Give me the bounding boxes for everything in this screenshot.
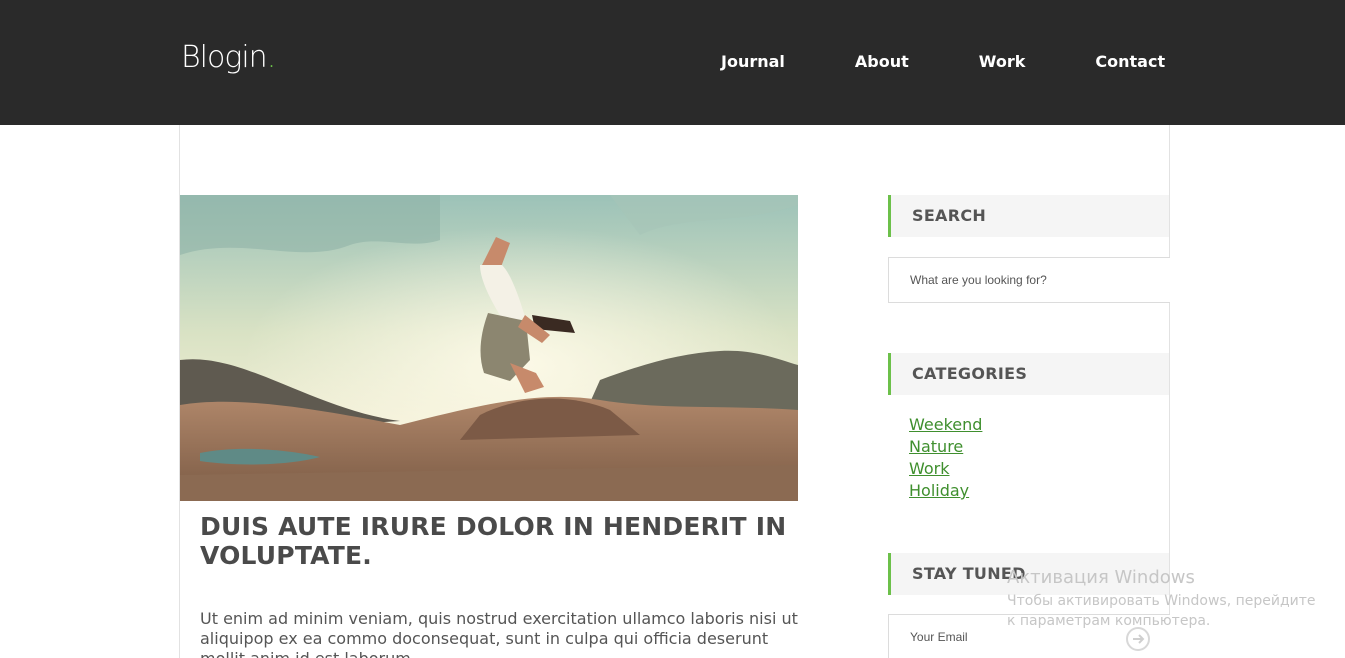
nav-link-journal[interactable]: Journal <box>721 52 785 71</box>
search-input[interactable] <box>888 257 1170 303</box>
category-link-weekend[interactable]: Weekend <box>909 415 982 434</box>
site-header: Blogin. Journal About Work Contact <box>0 0 1345 125</box>
list-item: Work <box>909 459 982 481</box>
nav-link-contact[interactable]: Contact <box>1095 52 1165 71</box>
category-link-work[interactable]: Work <box>909 459 950 478</box>
hero-photo <box>180 195 798 501</box>
category-list: Weekend Nature Work Holiday <box>909 415 982 503</box>
categories-heading-text: CATEGORIES <box>912 364 1028 383</box>
list-item: Weekend <box>909 415 982 437</box>
post-excerpt: Ut enim ad minim veniam, quis nostrud ex… <box>200 609 798 658</box>
list-item: Holiday <box>909 481 982 503</box>
post-hero-image[interactable] <box>180 195 798 501</box>
content-border-right <box>1169 125 1170 658</box>
search-widget-heading: SEARCH <box>888 195 1169 237</box>
nav-link-work[interactable]: Work <box>979 52 1026 71</box>
subscribe-arrow-icon[interactable] <box>1126 627 1150 651</box>
category-link-nature[interactable]: Nature <box>909 437 963 456</box>
arrow-right-icon <box>1133 634 1145 644</box>
logo-dot: . <box>266 40 276 75</box>
nav-link-about[interactable]: About <box>855 52 909 71</box>
logo-text: Blogin <box>181 40 268 75</box>
search-heading-text: SEARCH <box>912 206 987 225</box>
site-logo[interactable]: Blogin. <box>181 40 276 75</box>
stay-tuned-widget-heading: STAY TUNED <box>888 553 1169 595</box>
main-nav: Journal About Work Contact <box>721 52 1165 71</box>
categories-widget-heading: CATEGORIES <box>888 353 1169 395</box>
list-item: Nature <box>909 437 982 459</box>
category-link-holiday[interactable]: Holiday <box>909 481 969 500</box>
stay-tuned-heading-text: STAY TUNED <box>912 564 1026 583</box>
post-title[interactable]: DUIS AUTE IRURE DOLOR IN HENDERIT IN VOL… <box>200 512 790 570</box>
